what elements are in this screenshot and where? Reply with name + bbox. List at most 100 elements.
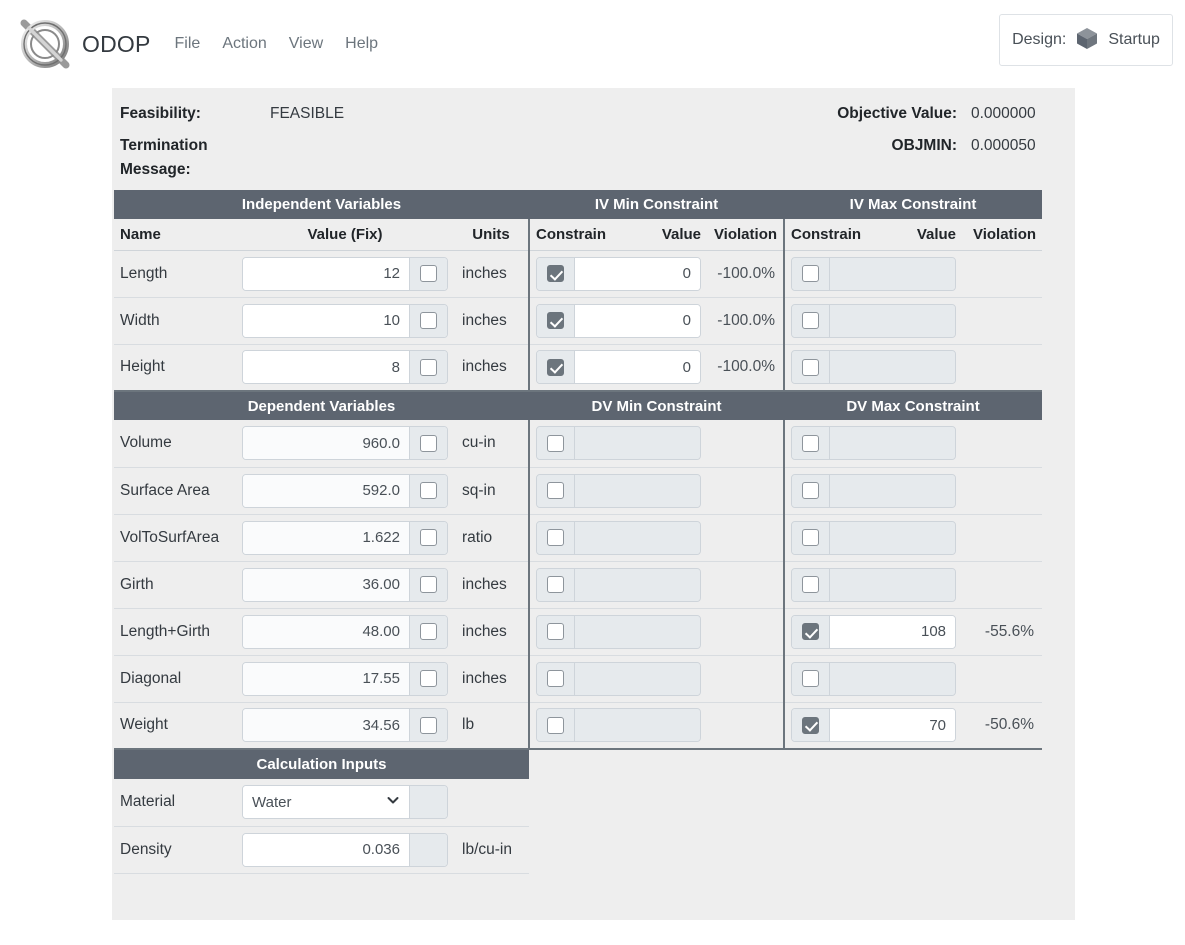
min-constrain-addon[interactable] — [537, 568, 575, 601]
dv-value-input[interactable]: 48.00 — [243, 615, 409, 648]
min-constrain-checkbox[interactable] — [547, 576, 564, 594]
dv-fix-checkbox[interactable] — [420, 529, 437, 547]
dv-fix-addon[interactable] — [409, 662, 447, 695]
min-constrain-addon[interactable] — [537, 257, 575, 290]
max-constraint-group[interactable] — [791, 520, 957, 555]
max-constrain-addon[interactable] — [792, 662, 831, 695]
dv-value-group[interactable]: 1.622 — [242, 520, 448, 555]
dv-value-group[interactable]: 960.0 — [242, 426, 448, 461]
max-constraint-value-input[interactable]: 108 — [830, 615, 956, 648]
dv-fix-checkbox[interactable] — [420, 434, 437, 452]
max-constrain-addon[interactable] — [792, 304, 831, 337]
design-selector[interactable]: Design: Startup — [999, 14, 1173, 66]
max-constraint-group[interactable] — [791, 661, 957, 696]
min-constrain-checkbox[interactable] — [547, 670, 564, 688]
dv-value-input[interactable]: 36.00 — [243, 568, 409, 601]
iv-fix-checkbox[interactable] — [420, 312, 437, 330]
iv-value-input[interactable]: 12 — [243, 257, 409, 290]
min-constraint-group[interactable] — [536, 614, 702, 649]
iv-value-group[interactable]: 12 — [242, 256, 448, 291]
min-constrain-checkbox[interactable] — [547, 434, 564, 452]
min-constraint-value-input[interactable]: 0 — [575, 351, 701, 384]
dv-fix-checkbox[interactable] — [420, 623, 437, 641]
menu-item-file[interactable]: File — [175, 33, 201, 55]
iv-value-input[interactable]: 8 — [243, 351, 409, 384]
density-input[interactable]: 0.036 — [243, 833, 409, 866]
iv-value-group[interactable]: 8 — [242, 350, 448, 385]
max-constrain-addon[interactable] — [792, 257, 831, 290]
material-select-group[interactable]: Water — [242, 785, 448, 820]
dv-value-input[interactable]: 17.55 — [243, 662, 409, 695]
dv-fix-addon[interactable] — [409, 474, 447, 507]
max-constrain-addon[interactable] — [792, 474, 831, 507]
min-constrain-addon[interactable] — [537, 304, 575, 337]
menu-item-help[interactable]: Help — [345, 33, 378, 55]
min-constrain-checkbox[interactable] — [547, 265, 564, 283]
min-constraint-value-input[interactable]: 0 — [575, 304, 701, 337]
min-constrain-checkbox[interactable] — [547, 623, 564, 641]
material-select[interactable]: Water — [243, 786, 409, 819]
iv-fix-addon[interactable] — [409, 257, 447, 290]
min-constraint-group[interactable] — [536, 708, 702, 743]
min-constrain-addon[interactable] — [537, 521, 575, 554]
max-constrain-checkbox[interactable] — [802, 716, 820, 734]
max-constraint-group[interactable] — [791, 426, 957, 461]
dv-fix-addon[interactable] — [409, 521, 447, 554]
iv-fix-checkbox[interactable] — [420, 265, 437, 283]
max-constrain-addon[interactable] — [792, 351, 831, 384]
min-constrain-addon[interactable] — [537, 709, 575, 742]
dv-value-input[interactable]: 960.0 — [243, 427, 409, 460]
min-constraint-value-input[interactable]: 0 — [575, 257, 701, 290]
min-constrain-checkbox[interactable] — [547, 312, 564, 330]
dv-value-group[interactable]: 17.55 — [242, 661, 448, 696]
dv-value-group[interactable]: 48.00 — [242, 614, 448, 649]
min-constrain-checkbox[interactable] — [547, 716, 564, 734]
min-constrain-addon[interactable] — [537, 427, 575, 460]
max-constrain-addon[interactable] — [792, 427, 831, 460]
menu-item-action[interactable]: Action — [222, 33, 266, 55]
min-constrain-checkbox[interactable] — [547, 482, 564, 500]
min-constrain-checkbox[interactable] — [547, 529, 564, 547]
min-constraint-group[interactable] — [536, 426, 702, 461]
max-constrain-checkbox[interactable] — [802, 529, 820, 547]
max-constrain-addon[interactable] — [792, 709, 831, 742]
iv-fix-checkbox[interactable] — [420, 358, 437, 376]
min-constrain-checkbox[interactable] — [547, 358, 564, 376]
max-constrain-checkbox[interactable] — [802, 670, 820, 688]
dv-fix-addon[interactable] — [409, 427, 447, 460]
max-constraint-group[interactable] — [791, 303, 957, 338]
dv-fix-addon[interactable] — [409, 615, 447, 648]
max-constraint-value-input[interactable]: 70 — [830, 709, 956, 742]
min-constraint-group[interactable]: 0 — [536, 256, 702, 291]
min-constraint-group[interactable] — [536, 473, 702, 508]
min-constraint-group[interactable]: 0 — [536, 350, 702, 385]
iv-value-group[interactable]: 10 — [242, 303, 448, 338]
dv-value-input[interactable]: 592.0 — [243, 474, 409, 507]
max-constraint-group[interactable]: 108 — [791, 614, 957, 649]
dv-value-group[interactable]: 34.56 — [242, 708, 448, 743]
max-constraint-group[interactable] — [791, 567, 957, 602]
min-constrain-addon[interactable] — [537, 662, 575, 695]
min-constraint-group[interactable] — [536, 661, 702, 696]
max-constrain-addon[interactable] — [792, 521, 831, 554]
max-constrain-checkbox[interactable] — [802, 358, 820, 376]
dv-value-group[interactable]: 592.0 — [242, 473, 448, 508]
max-constrain-checkbox[interactable] — [802, 434, 820, 452]
min-constrain-addon[interactable] — [537, 615, 575, 648]
min-constraint-group[interactable]: 0 — [536, 303, 702, 338]
dv-fix-addon[interactable] — [409, 568, 447, 601]
min-constraint-group[interactable] — [536, 520, 702, 555]
dv-fix-checkbox[interactable] — [420, 576, 437, 594]
iv-fix-addon[interactable] — [409, 351, 447, 384]
max-constraint-group[interactable] — [791, 473, 957, 508]
max-constraint-group[interactable] — [791, 350, 957, 385]
max-constrain-checkbox[interactable] — [802, 623, 820, 641]
max-constrain-checkbox[interactable] — [802, 576, 820, 594]
max-constrain-checkbox[interactable] — [802, 265, 820, 283]
density-input-group[interactable]: 0.036 — [242, 832, 448, 867]
max-constraint-group[interactable] — [791, 256, 957, 291]
dv-fix-checkbox[interactable] — [420, 670, 437, 688]
max-constraint-group[interactable]: 70 — [791, 708, 957, 743]
dv-fix-checkbox[interactable] — [420, 482, 437, 500]
min-constrain-addon[interactable] — [537, 351, 575, 384]
